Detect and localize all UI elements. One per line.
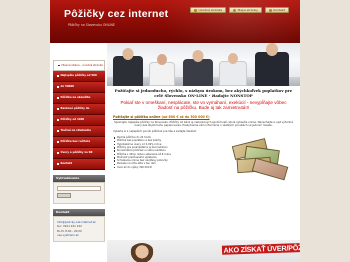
bullet-icon	[57, 97, 59, 99]
site-title[interactable]: Pôžičky cez internet	[64, 8, 168, 20]
top-link-contact[interactable]: Kontakt	[264, 7, 289, 13]
bullet-icon	[57, 130, 59, 132]
contact-icon	[268, 8, 272, 12]
contact-link[interactable]: nas.vystrazni.sk	[57, 233, 101, 238]
banner-headline: AKO ZÍSKAŤ ÚVER/PÔŽIČKU?	[221, 242, 300, 255]
sidebar-item-bank[interactable]: Bankové pôžičky do	[53, 104, 105, 115]
sidebar-item-no-guarantor[interactable]: Pôžička bez ručiteľa	[53, 137, 105, 148]
sidebar-item-label: Kontakt	[60, 162, 73, 166]
offer-list: Rýchla pôžička do 24 hodín Pôžička bez p…	[113, 136, 225, 178]
page: Pôžičky cez internet Pôžičky na Slovensk…	[50, 0, 300, 262]
sidebar-item-forms[interactable]: Tlačivá na stiahnutie	[53, 126, 105, 137]
loan-howto-banner[interactable]: AKO ZÍSKAŤ ÚVER/PÔŽIČKU?	[107, 240, 300, 262]
paragraph: Spoznajte najlepšie pôžičky na Slovensku…	[114, 120, 293, 128]
header-banner-photo	[107, 43, 300, 86]
sidebar-item-label: Úvery a pôžičky zo SR	[60, 151, 93, 155]
offer-row: Rýchla pôžička do 24 hodín Pôžička bez p…	[113, 136, 294, 181]
bullet-icon	[57, 163, 59, 165]
search-box-title: Vyhľadávanie	[53, 174, 105, 182]
bullet-icon	[57, 119, 59, 121]
woman-photo	[129, 243, 155, 262]
search-button[interactable]	[57, 192, 71, 198]
banknote	[251, 157, 289, 181]
sidebar-item-label: Tlačivá na stiahnutie	[60, 129, 92, 133]
bullet-icon	[57, 152, 59, 154]
person	[113, 48, 143, 86]
person	[183, 50, 213, 86]
contact-box-title: Kontakt	[53, 208, 105, 216]
section-title-label: Požičajte si pôžičku online	[113, 114, 161, 119]
sidebar-item-label: do 5000€	[60, 85, 75, 89]
site-header: Pôžičky cez internet Pôžičky na Slovensk…	[50, 0, 300, 43]
sidebar-item-label: Hlavná strana – úvodná stránka	[61, 63, 103, 67]
contact-box: Info@pozicky-cez-internet.sk tel.: 0911 …	[53, 215, 105, 242]
sidebar-item-5000[interactable]: do 5000€	[53, 82, 105, 93]
section-title: Požičajte si pôžičku online (od 600 € až…	[113, 115, 294, 119]
top-link-label: Kontakt	[273, 8, 285, 12]
bullet-icon	[57, 141, 59, 143]
person	[149, 54, 175, 86]
sitemap-icon	[233, 8, 237, 12]
sidebar-item-home[interactable]: Hlavná strana – úvodná stránka	[53, 60, 105, 71]
bullet-icon	[57, 108, 59, 110]
bullet-icon	[58, 64, 60, 66]
sidebar-item-label: Bankové pôžičky do	[60, 107, 90, 111]
top-link-label: Úvodná stránka	[198, 8, 223, 12]
person	[255, 43, 289, 86]
sidebar-item-from-100[interactable]: Pôžičky od 100€	[53, 115, 105, 126]
search-box	[53, 181, 105, 204]
sidebar-item-label: Pôžička na okamžite	[60, 96, 91, 100]
warning-text: Pokiaľ ste v omeškaní, nesplácate, ste v…	[120, 100, 287, 111]
bullet-icon	[57, 75, 59, 77]
section-amount[interactable]: (od 600 € až do 300 000 €)	[162, 115, 210, 119]
top-link-home[interactable]: Úvodná stránka	[190, 7, 227, 13]
sidebar-item-sr-loans[interactable]: Úvery a pôžičky zo SR	[53, 148, 105, 159]
top-link-label: Mapa stránky	[237, 8, 258, 12]
sidebar-item-label: Najlepšie pôžičky od 500	[60, 74, 97, 78]
paragraph: Vyberte si z najlepších ponúk pôžičiek p…	[113, 129, 197, 133]
sidebar: Hlavná strana – úvodná stránka Najlepšie…	[53, 60, 105, 242]
list-item: Úver až do výšky 300 000 €	[113, 166, 225, 169]
top-links: Úvodná stránka Mapa stránky Kontakt	[190, 7, 289, 13]
person	[219, 53, 247, 86]
sidebar-item-contact[interactable]: Kontakt	[53, 159, 105, 170]
site-subtitle: Pôžičky na Slovensku ONLINE	[68, 23, 115, 27]
sidebar-item-label: Pôžičky od 100€	[60, 118, 85, 122]
home-icon	[194, 8, 197, 12]
search-input[interactable]	[57, 185, 101, 191]
sidebar-item-label: Pôžička bez ručiteľa	[60, 140, 91, 144]
sidebar-item-instant[interactable]: Pôžička na okamžite	[53, 93, 105, 104]
bullet-icon	[57, 86, 59, 88]
main-content: Požičajte si jednoducho, rýchlo, s nízky…	[107, 87, 300, 181]
money-photo	[231, 136, 291, 181]
top-link-sitemap[interactable]: Mapa stránky	[229, 7, 262, 13]
intro-text: Požičajte si jednoducho, rýchlo, s nízky…	[114, 88, 293, 98]
sidebar-item-best-loans[interactable]: Najlepšie pôžičky od 500	[53, 71, 105, 82]
